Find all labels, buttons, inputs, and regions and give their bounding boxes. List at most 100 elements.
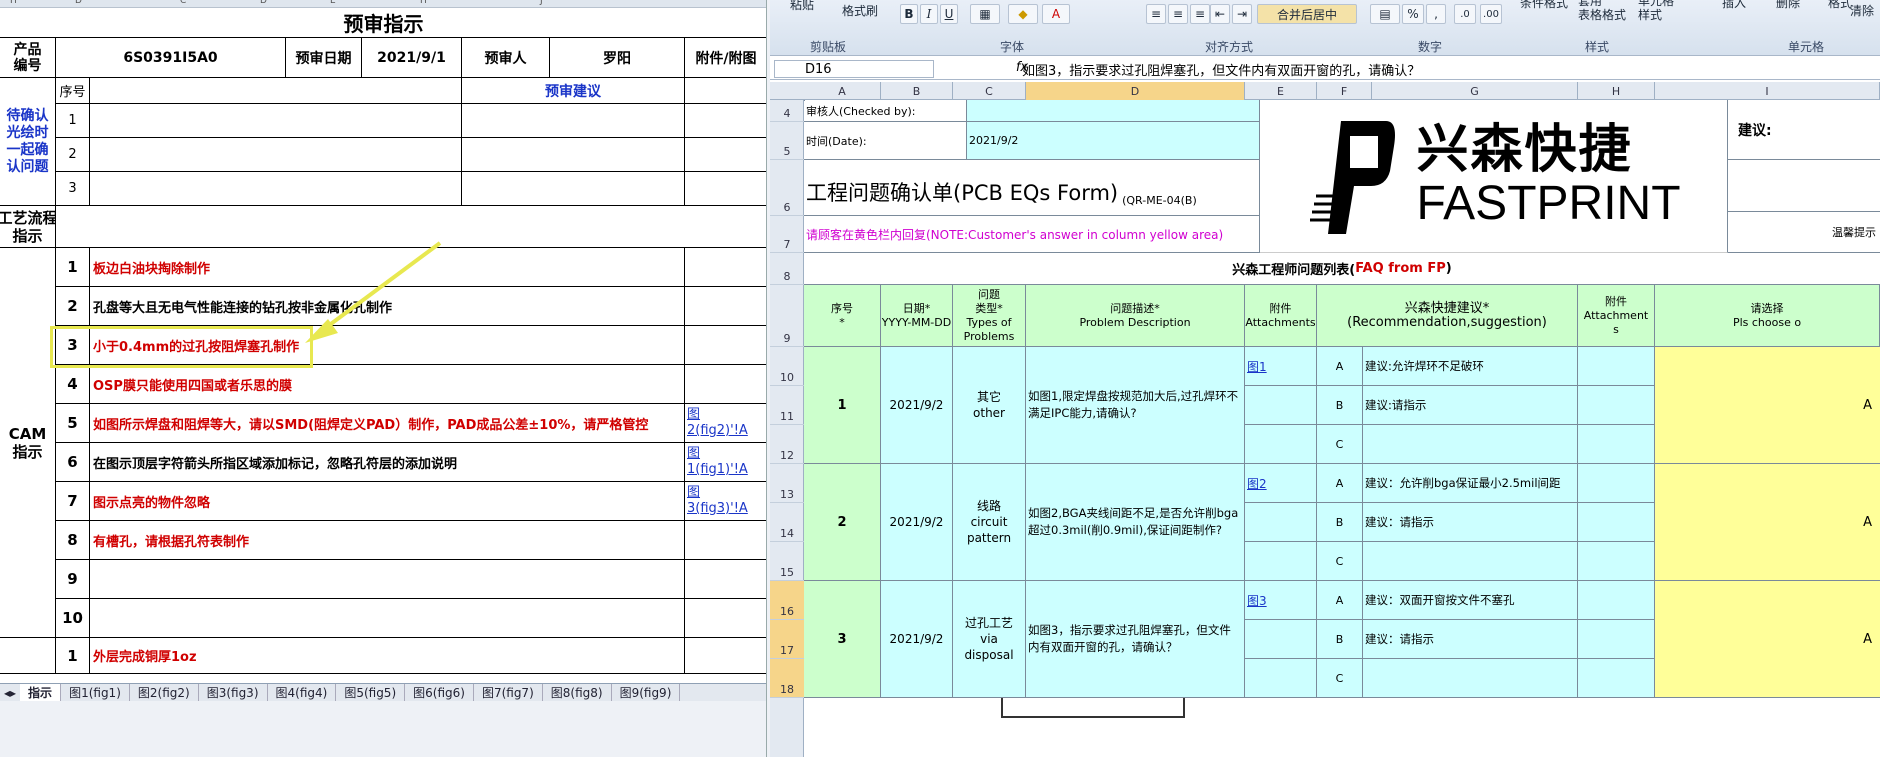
sheet-tab-5[interactable]: 图5(fig5) — [336, 684, 406, 701]
align-left-button[interactable]: ≡ — [1146, 4, 1166, 24]
pending-row-attach[interactable] — [685, 172, 766, 206]
percent-button[interactable]: % — [1402, 4, 1424, 24]
option-text[interactable]: 建议：允许削bga保证最小2.5mil间距 — [1363, 464, 1578, 503]
pending-row-advice[interactable] — [462, 138, 685, 172]
row-header-cell[interactable]: 6 — [770, 160, 804, 216]
underline-button[interactable]: U — [940, 4, 958, 24]
row-header-cell[interactable]: 14 — [770, 503, 804, 542]
cam-row-text[interactable]: 图示点亮的物件忽略 — [56, 482, 685, 521]
column-header-cell[interactable]: F — [1317, 82, 1372, 100]
paste-button[interactable]: 粘贴 — [790, 0, 814, 13]
option-text[interactable]: 建议：请指示 — [1363, 503, 1578, 542]
pending-row-advice[interactable] — [462, 172, 685, 206]
customer-choice[interactable]: A — [1655, 347, 1880, 464]
column-header-cell[interactable]: G — [1372, 82, 1578, 100]
row-header-cell[interactable]: 10 — [770, 347, 804, 386]
column-header-cell[interactable]: A — [804, 82, 881, 100]
sheet-tab-0[interactable]: 指示 — [20, 684, 62, 701]
pending-row-cell[interactable] — [90, 138, 462, 172]
row-header-cell[interactable]: 18 — [770, 659, 804, 698]
blank-cell[interactable] — [1245, 620, 1317, 659]
blank-cell[interactable] — [1245, 503, 1317, 542]
option-attachment[interactable] — [1578, 542, 1655, 581]
cam-row-text[interactable]: 有槽孔，请根据孔符表制作 — [56, 521, 685, 560]
customer-choice[interactable]: A — [1655, 464, 1880, 581]
conditional-format-button[interactable]: 条件格式 — [1520, 0, 1568, 11]
checked-by-value[interactable] — [967, 100, 1260, 122]
cam-row-attachment[interactable]: 图 2(fig2)'!A — [685, 404, 766, 443]
row-header-cell[interactable]: 13 — [770, 464, 804, 503]
row-header-cell[interactable]: 5 — [770, 122, 804, 160]
blank-cell[interactable] — [1245, 542, 1317, 581]
pending-row-attach[interactable] — [685, 138, 766, 172]
option-text[interactable]: 建议：请指示 — [1363, 620, 1578, 659]
option-attachment[interactable] — [1578, 620, 1655, 659]
clear-button[interactable]: 清除 — [1850, 2, 1874, 19]
option-text[interactable]: 建议:允许焊环不足破环 — [1363, 347, 1578, 386]
blank-cell[interactable] — [90, 78, 462, 104]
sheet-tab-3[interactable]: 图3(fig3) — [199, 684, 268, 701]
cam-row-attachment[interactable]: 图 3(fig3)'!A — [685, 482, 766, 521]
name-box[interactable]: D16 — [774, 60, 934, 78]
option-text[interactable] — [1363, 542, 1578, 581]
sheet-tab-6[interactable]: 图6(fig6) — [405, 684, 474, 701]
table-format-button[interactable]: 套用 表格格式 — [1578, 0, 1626, 22]
sheet-tab-7[interactable]: 图7(fig7) — [474, 684, 543, 701]
blank-cell[interactable] — [685, 78, 766, 104]
align-center-button[interactable]: ≡ — [1168, 4, 1188, 24]
question-figure-link[interactable]: 图2 — [1245, 464, 1317, 503]
sheet-tab-4[interactable]: 图4(fig4) — [268, 684, 337, 701]
cam-row-text[interactable]: 如图所示焊盘和阻焊等大，请以SMD(阻焊定义PAD）制作，PAD成品公差±10%… — [56, 404, 685, 443]
insert-button[interactable]: 插入 — [1722, 0, 1746, 11]
formula-input[interactable]: 如图3，指示要求过孔阻焊塞孔，但文件内有双面开窗的孔，请确认？ — [1022, 60, 1420, 79]
row-header-cell[interactable]: 4 — [770, 100, 804, 122]
option-attachment[interactable] — [1578, 464, 1655, 503]
option-text[interactable] — [1363, 659, 1578, 698]
sheet-tab-9[interactable]: 图9(fig9) — [612, 684, 681, 701]
option-attachment[interactable] — [1578, 503, 1655, 542]
sheet-tab-1[interactable]: 图1(fig1) — [61, 684, 130, 701]
option-attachment[interactable] — [1578, 347, 1655, 386]
increase-decimal-button[interactable]: .0 — [1454, 4, 1476, 24]
option-text[interactable]: 建议：双面开窗按文件不塞孔 — [1363, 581, 1578, 620]
cam-row-text[interactable]: OSP膜只能使用四国或者乐思的膜 — [56, 365, 685, 404]
column-header-cell[interactable]: D — [1026, 82, 1245, 100]
column-header-cell[interactable]: C — [953, 82, 1026, 100]
sheet-tab-8[interactable]: 图8(fig8) — [543, 684, 612, 701]
extra-row-text[interactable]: 外层完成铜厚1oz — [56, 638, 685, 674]
row-header-cell[interactable]: 15 — [770, 542, 804, 581]
pending-row-advice[interactable] — [462, 104, 685, 138]
time-value[interactable]: 2021/9/2 — [967, 122, 1260, 160]
pending-row-attach[interactable] — [685, 104, 766, 138]
option-text[interactable] — [1363, 425, 1578, 464]
cell-style-button[interactable]: 单元格 样式 — [1638, 0, 1674, 22]
pending-row-cell[interactable] — [90, 172, 462, 206]
border-button[interactable]: ▦ — [970, 4, 1000, 24]
row-header-cell[interactable]: 17 — [770, 620, 804, 659]
row-header-cell[interactable]: 7 — [770, 216, 804, 253]
tab-scroll-arrows[interactable]: ◂▸ — [0, 686, 20, 700]
question-description[interactable]: 如图1,限定焊盘按规范加大后,过孔焊环不满足IPC能力,请确认? — [1026, 347, 1245, 464]
merge-center-button[interactable]: 合并后居中 — [1257, 4, 1357, 24]
row-header-cell[interactable]: 8 — [770, 253, 804, 285]
question-description[interactable]: 如图2,BGA夹线间距不足,是否允许削bga超过0.3mil(削0.9mil),… — [1026, 464, 1245, 581]
bold-button[interactable]: B — [900, 4, 918, 24]
column-header-cell[interactable]: B — [881, 82, 953, 100]
row-header-cell[interactable]: 9 — [770, 285, 804, 347]
cam-row-text[interactable] — [56, 599, 685, 638]
blank-cell[interactable] — [1245, 659, 1317, 698]
column-header-cell[interactable]: I — [1655, 82, 1880, 100]
font-color-button[interactable]: A — [1042, 4, 1070, 24]
question-description[interactable]: 如图3，指示要求过孔阻焊塞孔，但文件内有双面开窗的孔，请确认？ — [1026, 581, 1245, 698]
sheet-tab-2[interactable]: 图2(fig2) — [130, 684, 199, 701]
blank-cell[interactable] — [685, 638, 766, 674]
customer-choice[interactable]: A — [1655, 581, 1880, 698]
option-attachment[interactable] — [1578, 386, 1655, 425]
indent-right-button[interactable]: ⇥ — [1232, 4, 1252, 24]
indent-left-button[interactable]: ⇤ — [1210, 4, 1230, 24]
column-header-cell[interactable]: H — [1578, 82, 1655, 100]
row-header-cell[interactable]: 16 — [770, 581, 804, 620]
cam-row-text[interactable] — [56, 560, 685, 599]
align-right-button[interactable]: ≡ — [1190, 4, 1210, 24]
comma-button[interactable]: , — [1426, 4, 1446, 24]
